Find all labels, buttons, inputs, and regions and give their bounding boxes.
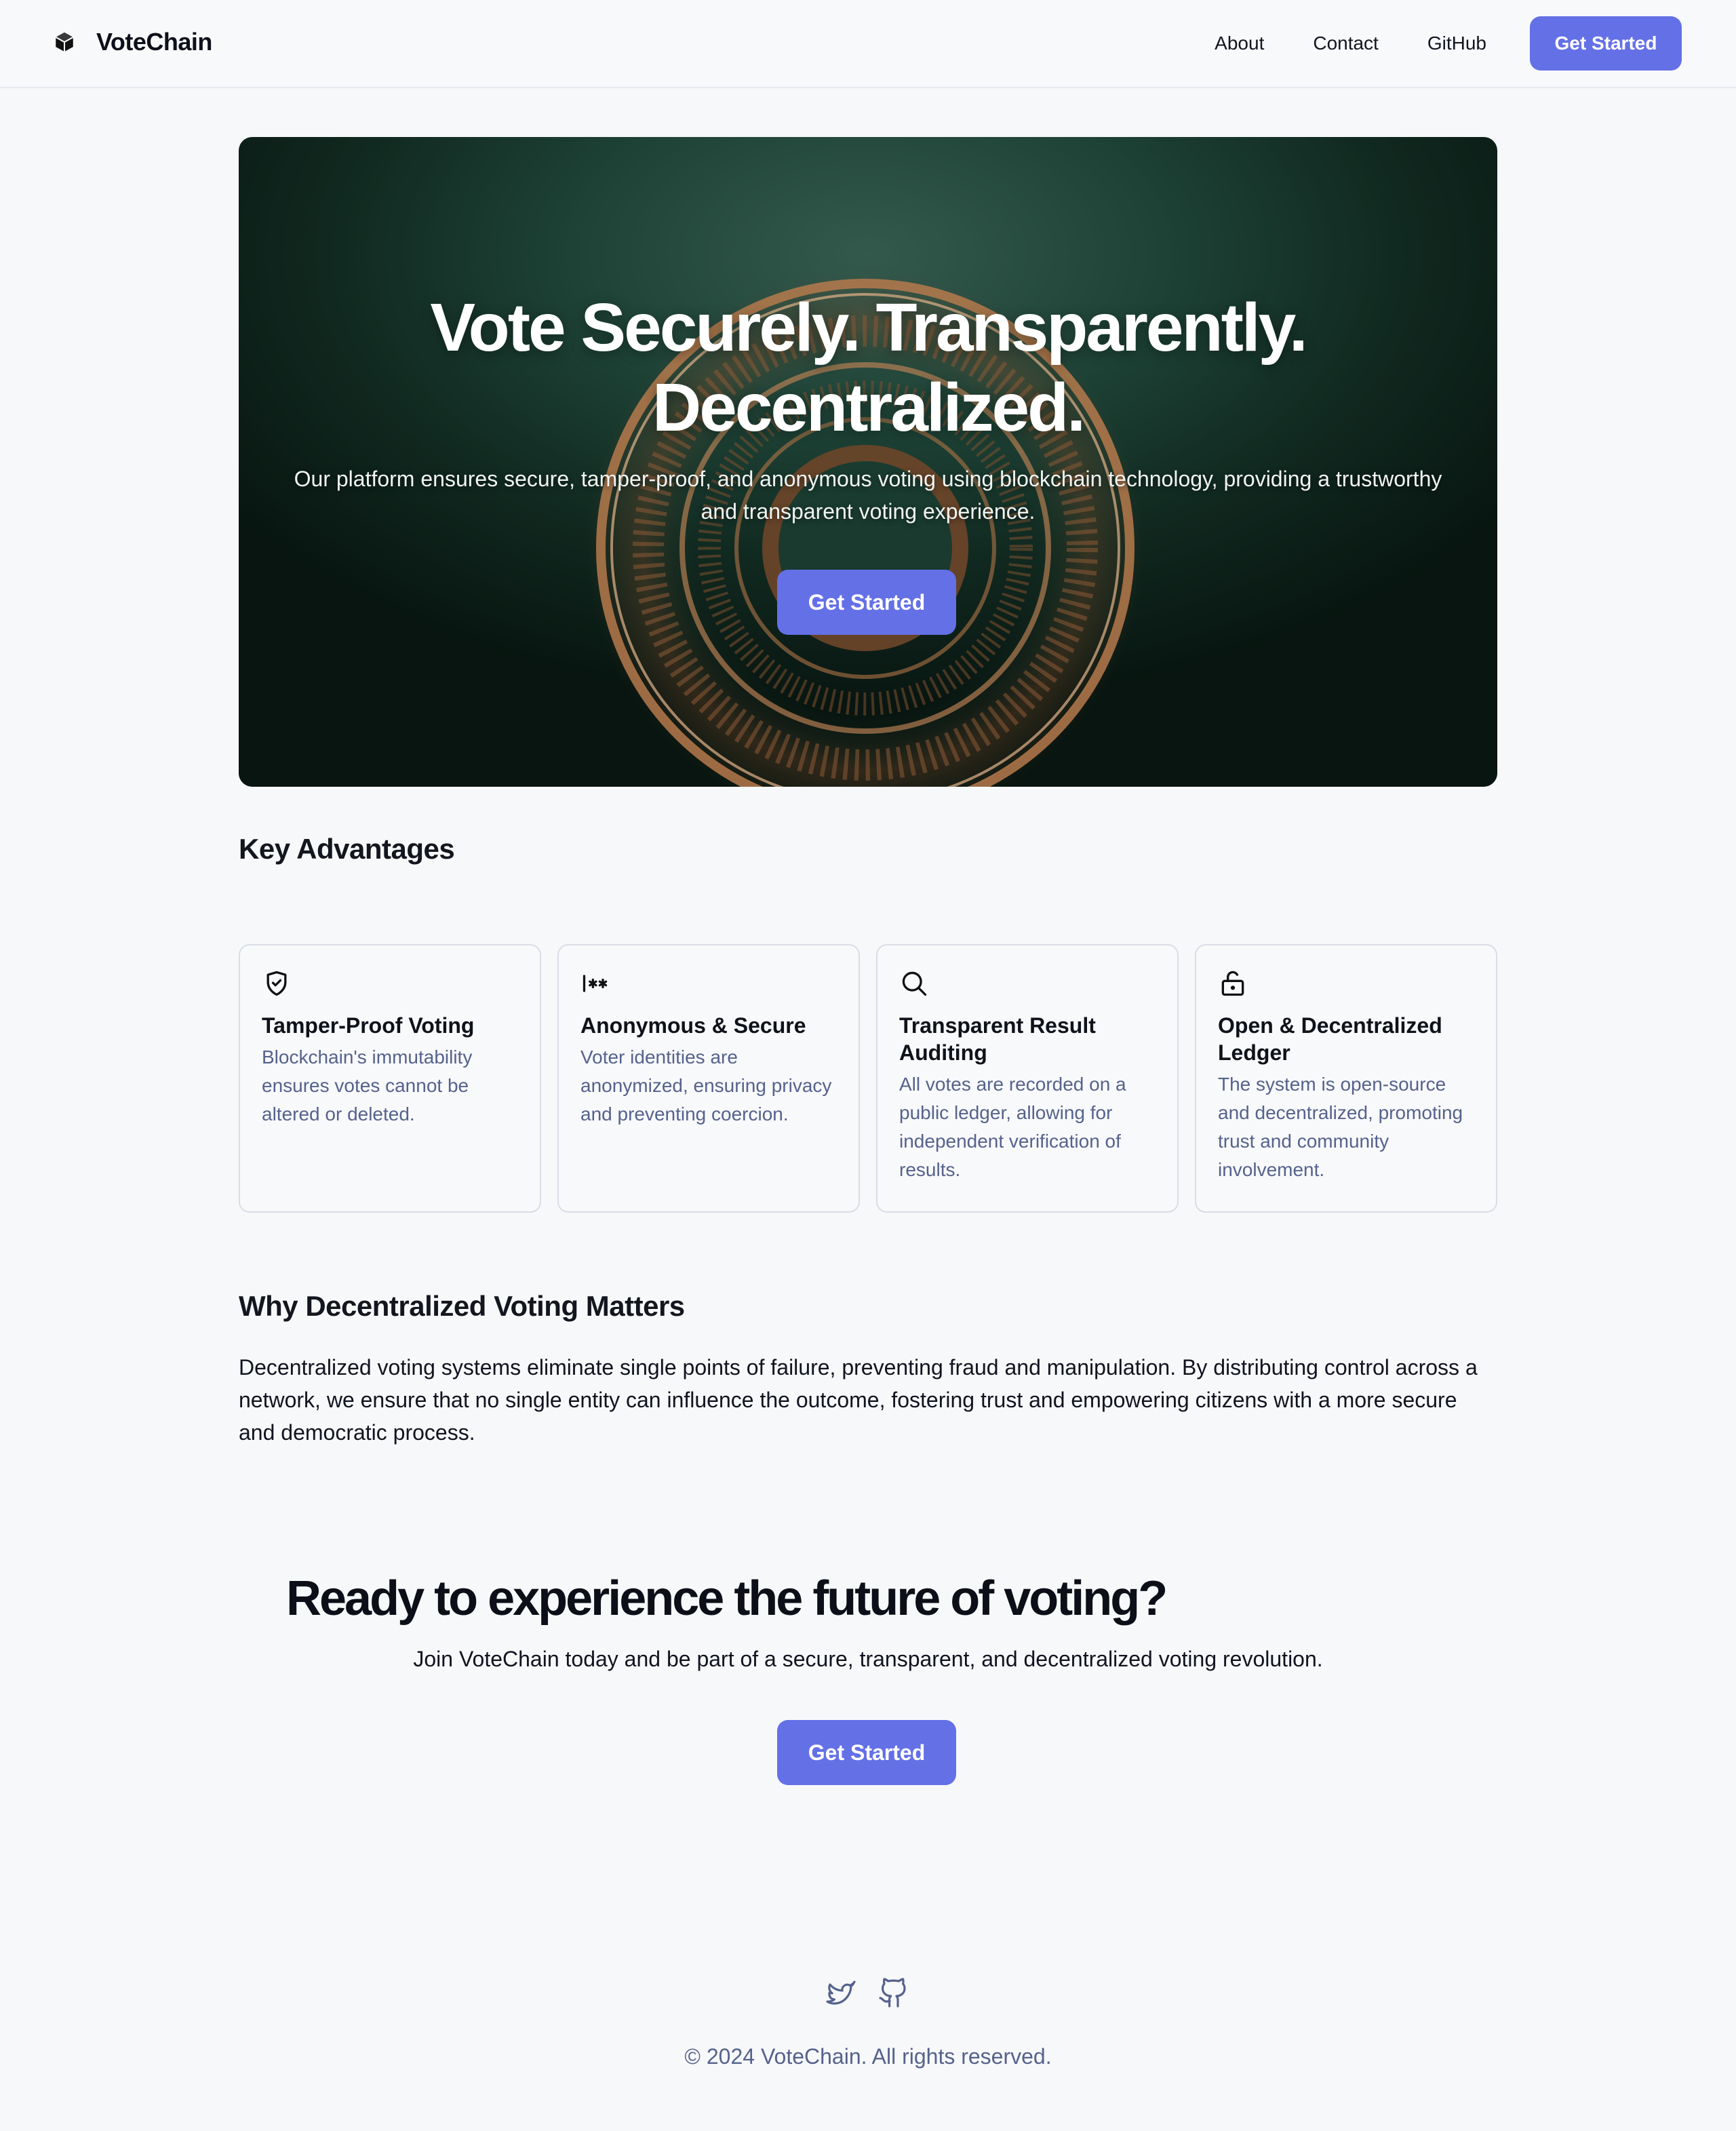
hero-banner: Vote Securely. Transparently. Decentrali… xyxy=(239,137,1497,787)
header-get-started-button[interactable]: Get Started xyxy=(1530,16,1682,71)
github-icon[interactable] xyxy=(877,1976,910,2009)
nav-contact-link[interactable]: Contact xyxy=(1313,33,1379,54)
why-decentralized-body: Decentralized voting systems eliminate s… xyxy=(239,1355,1478,1445)
advantage-card-description: Voter identities are anonymized, ensurin… xyxy=(580,1047,832,1125)
advantage-card-title: Open & Decentralized Ledger xyxy=(1218,1013,1442,1065)
advantage-card: Tamper-Proof Voting Blockchain's immutab… xyxy=(239,944,541,1213)
password-icon xyxy=(583,975,608,992)
advantages-card-grid: Tamper-Proof Voting Blockchain's immutab… xyxy=(239,944,1497,1213)
advantage-card: Transparent Result Auditing All votes ar… xyxy=(876,944,1179,1213)
advantage-card-description: The system is open-source and decentrali… xyxy=(1218,1074,1463,1180)
search-icon xyxy=(902,971,927,996)
footer-copyright: © 2024 VoteChain. All rights reserved. xyxy=(684,2044,1052,2069)
unlock-icon xyxy=(1221,971,1244,996)
advantage-card: Anonymous & Secure Voter identities are … xyxy=(557,944,860,1213)
advantage-card-title: Anonymous & Secure xyxy=(580,1013,806,1038)
nav-github-link[interactable]: GitHub xyxy=(1427,33,1486,54)
advantage-card: Open & Decentralized Ledger The system i… xyxy=(1195,944,1497,1213)
nav-about-link[interactable]: About xyxy=(1215,33,1264,54)
cta-heading: Ready to experience the future of voting… xyxy=(286,1571,1168,1626)
brand-logo[interactable]: VoteChain xyxy=(53,24,212,60)
advantage-card-description: Blockchain's immutability ensures votes … xyxy=(262,1047,473,1125)
brand-name: VoteChain xyxy=(96,28,212,56)
why-decentralized-heading: Why Decentralized Voting Matters xyxy=(239,1290,685,1322)
hero-title-line2: Decentralized. xyxy=(652,370,1086,446)
main-nav: About Contact GitHub Get Started xyxy=(1215,16,1682,71)
hero-blockchain-ring-image xyxy=(587,270,1143,787)
twitter-icon[interactable] xyxy=(825,1976,857,2009)
advantage-card-title: Transparent Result Auditing xyxy=(899,1013,1096,1065)
cta-subtitle: Join VoteChain today and be part of a se… xyxy=(413,1647,1323,1671)
advantage-card-description: All votes are recorded on a public ledge… xyxy=(899,1074,1126,1180)
top-navbar: VoteChain About Contact GitHub Get Start… xyxy=(0,0,1736,88)
cta-get-started-button[interactable]: Get Started xyxy=(777,1720,956,1785)
hero-title: Vote Securely. Transparently. Decentrali… xyxy=(239,288,1497,448)
shield-check-icon xyxy=(267,971,287,996)
hero-title-line1: Vote Securely. Transparently. xyxy=(430,290,1307,366)
advantage-card-title: Tamper-Proof Voting xyxy=(262,1013,475,1038)
hero-get-started-button[interactable]: Get Started xyxy=(777,570,956,635)
hero-subtitle: Our platform ensures secure, tamper-proo… xyxy=(294,467,1442,524)
cube-icon xyxy=(55,32,74,52)
key-advantages-heading: Key Advantages xyxy=(239,833,455,865)
